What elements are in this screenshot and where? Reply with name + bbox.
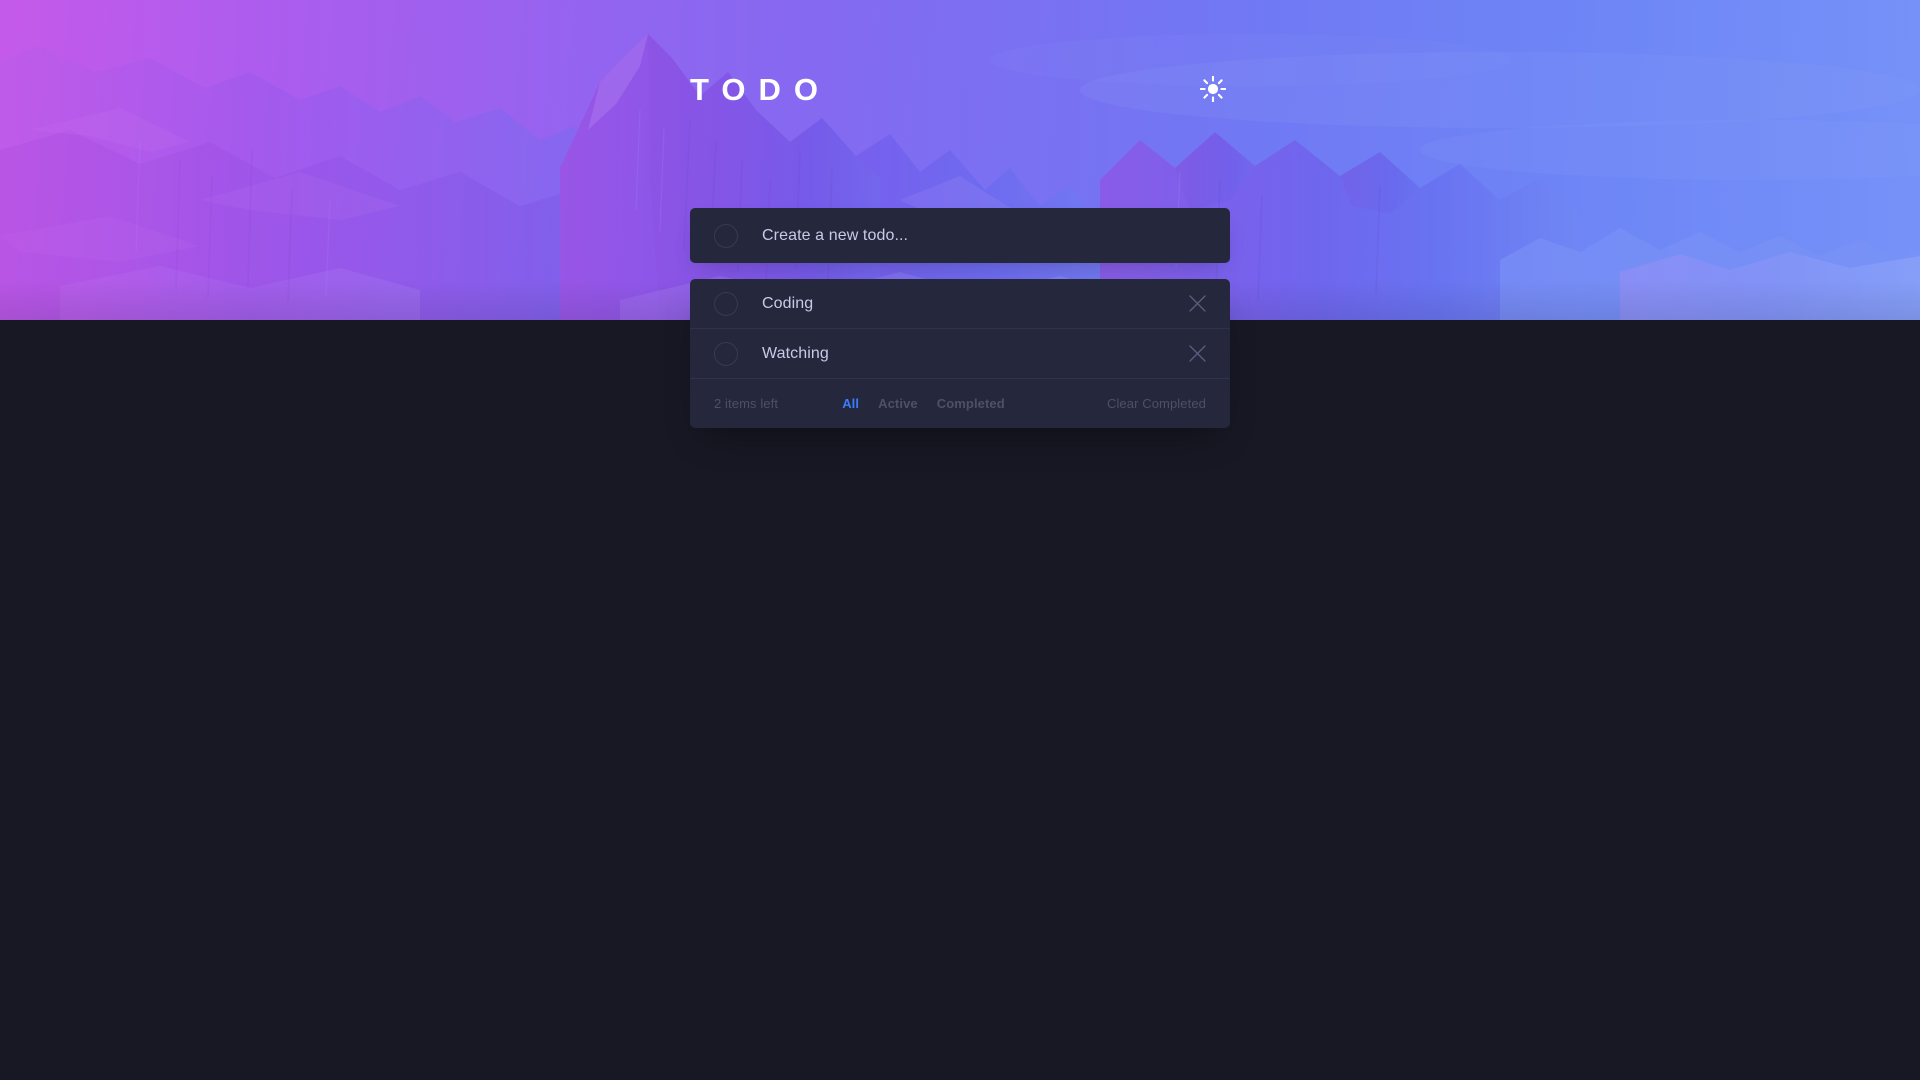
new-todo-input[interactable] <box>762 226 1206 245</box>
empty-circle-icon[interactable] <box>714 291 738 316</box>
empty-circle-icon[interactable] <box>714 223 738 248</box>
filter-group: All Active Completed <box>740 396 1107 411</box>
table-row[interactable]: Coding <box>690 279 1230 329</box>
sun-icon <box>1200 76 1226 102</box>
filter-all-button[interactable]: All <box>842 396 859 411</box>
todo-footer: 2 items left All Active Completed Clear … <box>690 379 1230 428</box>
filter-completed-button[interactable]: Completed <box>937 396 1005 411</box>
new-todo-row <box>690 208 1230 263</box>
delete-todo-button[interactable] <box>1188 345 1206 363</box>
page-title: TODO <box>690 71 831 107</box>
close-x-icon <box>1188 345 1206 362</box>
app-header: TODO <box>690 68 1230 110</box>
todo-label[interactable]: Coding <box>762 295 1188 313</box>
todo-label[interactable]: Watching <box>762 345 1188 363</box>
table-row[interactable]: Watching <box>690 329 1230 379</box>
close-x-icon <box>1188 295 1206 312</box>
theme-toggle-button[interactable] <box>1198 74 1228 104</box>
clear-completed-button[interactable]: Clear Completed <box>1107 396 1206 411</box>
todo-app: Coding Watching <box>690 208 1230 428</box>
empty-circle-icon[interactable] <box>714 341 738 366</box>
todo-list-card: Coding Watching 2 items left All Active … <box>690 279 1230 428</box>
filter-active-button[interactable]: Active <box>878 396 918 411</box>
delete-todo-button[interactable] <box>1188 295 1206 313</box>
